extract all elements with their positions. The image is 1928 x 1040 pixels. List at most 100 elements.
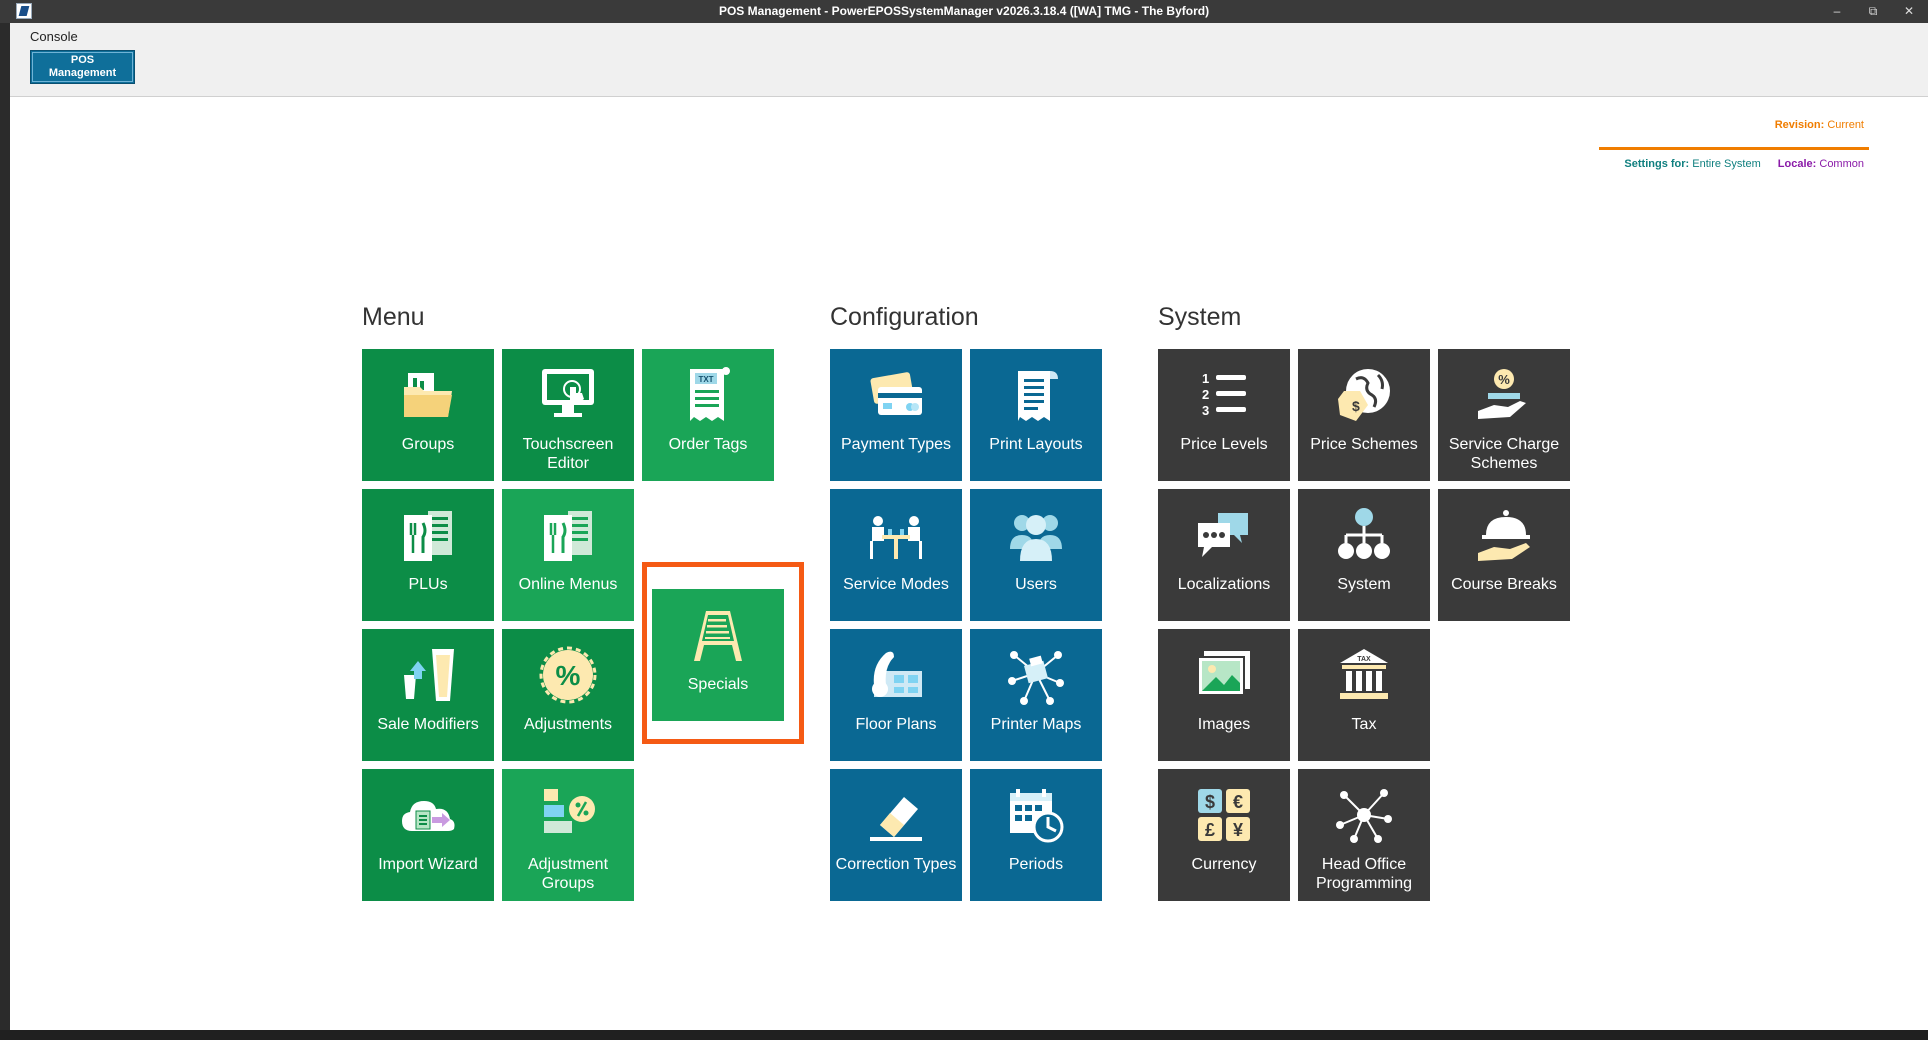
printer-network-icon: [1008, 651, 1064, 705]
payment-types-tile[interactable]: Payment Types: [830, 349, 962, 481]
tax-tile[interactable]: TAX Tax: [1298, 629, 1430, 761]
taskbar-edge: [0, 1030, 1928, 1040]
dining-table-icon: [870, 516, 922, 559]
console-tab[interactable]: Console: [30, 29, 78, 44]
sale-modifiers-tile[interactable]: Sale Modifiers: [362, 629, 494, 761]
online-menu-icon: [544, 511, 592, 561]
revision-value: Current: [1827, 119, 1864, 131]
adjustment-groups-label: Adjustment Groups: [527, 856, 609, 892]
currency-label: Currency: [1191, 856, 1257, 873]
speech-bubbles-icon: [1198, 513, 1248, 557]
receipt-tag-icon: TXT: [690, 367, 730, 421]
print-receipt-icon: [1018, 371, 1058, 421]
order-tags-icon-text: TXT: [698, 375, 713, 384]
localizations-tile[interactable]: Localizations: [1158, 489, 1290, 621]
currency-tile[interactable]: $ € £ ¥ Currency: [1158, 769, 1290, 901]
pos-button-line1: POS: [70, 54, 95, 66]
head-office-programming-label: Head Office Programming: [1315, 856, 1413, 892]
price-levels-label: Price Levels: [1180, 436, 1268, 453]
globe-price-tag-icon: $: [1338, 369, 1390, 421]
localizations-label: Localizations: [1177, 576, 1271, 593]
groups-tile[interactable]: Groups: [362, 349, 494, 481]
order-tags-tile[interactable]: TXT Order Tags: [642, 349, 774, 481]
adjustments-label: Adjustments: [523, 716, 613, 733]
plus-tile[interactable]: PLUs: [362, 489, 494, 621]
pos-button-line2: Management: [48, 67, 117, 79]
cloud-import-icon: [402, 801, 455, 831]
price-levels-num-3: 3: [1202, 403, 1209, 418]
floor-plans-label: Floor Plans: [855, 716, 937, 733]
sale-modifiers-label: Sale Modifiers: [377, 716, 479, 733]
adjustments-tile[interactable]: % Adjustments: [502, 629, 634, 761]
locale-value: Common: [1819, 158, 1864, 170]
close-button[interactable]: ✕: [1894, 2, 1924, 21]
percent-badge-icon: %: [539, 646, 597, 704]
adjustments-icon-text: %: [556, 660, 581, 691]
currency-sym-yen: ¥: [1233, 820, 1243, 840]
order-tags-label: Order Tags: [668, 436, 748, 453]
image-icon: [1197, 651, 1250, 696]
touchscreen-editor-label: Touchscreen Editor: [522, 436, 614, 472]
adjustment-groups-tile[interactable]: Adjustment Groups: [502, 769, 634, 901]
tax-building-icon: TAX: [1340, 649, 1388, 699]
printer-maps-tile[interactable]: Printer Maps: [970, 629, 1102, 761]
correction-types-label: Correction Types: [835, 856, 957, 873]
price-levels-tile[interactable]: 1 2 3 Price Levels: [1158, 349, 1290, 481]
numbered-list-icon: 1 2 3: [1202, 371, 1246, 418]
svg-text:$: $: [1352, 398, 1360, 414]
calendar-clock-icon: [1010, 789, 1064, 843]
system-label: System: [1337, 576, 1391, 593]
users-icon: [1010, 515, 1062, 561]
groups-label: Groups: [401, 436, 455, 453]
course-breaks-tile[interactable]: Course Breaks: [1438, 489, 1570, 621]
print-layouts-label: Print Layouts: [989, 436, 1083, 453]
pos-management-button[interactable]: POS Management: [30, 50, 135, 84]
locale-label: Locale:: [1777, 158, 1817, 170]
revision-indicator: Revision: Current: [1775, 119, 1864, 131]
window-title: POS Management - PowerEPOSSystemManager …: [718, 4, 1210, 18]
price-levels-num-1: 1: [1202, 371, 1209, 386]
service-modes-tile[interactable]: Service Modes: [830, 489, 962, 621]
touchscreen-editor-tile[interactable]: Touchscreen Editor: [502, 349, 634, 481]
menu-section-title: Menu: [362, 303, 425, 331]
restore-button[interactable]: ⧉: [1858, 2, 1888, 21]
revision-divider: [1599, 147, 1869, 150]
tax-icon-text: TAX: [1357, 656, 1371, 663]
service-charge-icon: %: [1478, 369, 1526, 419]
title-bar: POS Management - PowerEPOSSystemManager …: [0, 0, 1928, 23]
configuration-section-title: Configuration: [830, 303, 979, 331]
network-hub-icon: [1336, 789, 1392, 843]
correction-types-tile[interactable]: Correction Types: [830, 769, 962, 901]
service-charge-schemes-label: Service Charge Schemes: [1448, 436, 1560, 472]
settings-value: Entire System: [1692, 158, 1761, 170]
minimize-button[interactable]: –: [1822, 2, 1852, 21]
main-panel: Revision: Current Settings for: Entire S…: [10, 97, 1928, 1030]
org-chart-icon: [1338, 508, 1390, 559]
import-wizard-label: Import Wizard: [378, 856, 478, 873]
service-modes-label: Service Modes: [843, 576, 949, 593]
eraser-icon: [870, 797, 922, 841]
printer-maps-label: Printer Maps: [990, 716, 1082, 733]
svg-text:%: %: [1498, 372, 1510, 387]
users-tile[interactable]: Users: [970, 489, 1102, 621]
tax-label: Tax: [1351, 716, 1377, 733]
folder-icon: [404, 373, 452, 417]
users-label: Users: [1015, 576, 1057, 593]
periods-label: Periods: [1008, 856, 1064, 873]
head-office-programming-tile[interactable]: Head Office Programming: [1298, 769, 1430, 901]
service-charge-schemes-tile[interactable]: % Service Charge Schemes: [1438, 349, 1570, 481]
price-schemes-tile[interactable]: $ Price Schemes: [1298, 349, 1430, 481]
floor-plans-tile[interactable]: Floor Plans: [830, 629, 962, 761]
touchscreen-icon: [542, 369, 594, 417]
periods-tile[interactable]: Periods: [970, 769, 1102, 901]
print-layouts-tile[interactable]: Print Layouts: [970, 349, 1102, 481]
currency-icon: $ € £ ¥: [1198, 789, 1250, 841]
adjustment-groups-icon: [544, 789, 595, 833]
import-wizard-tile[interactable]: Import Wizard: [362, 769, 494, 901]
online-menus-tile[interactable]: Online Menus: [502, 489, 634, 621]
plus-label: PLUs: [408, 576, 448, 593]
online-menus-label: Online Menus: [518, 576, 618, 593]
drink-size-icon: [404, 649, 454, 701]
images-tile[interactable]: Images: [1158, 629, 1290, 761]
system-tile[interactable]: System: [1298, 489, 1430, 621]
